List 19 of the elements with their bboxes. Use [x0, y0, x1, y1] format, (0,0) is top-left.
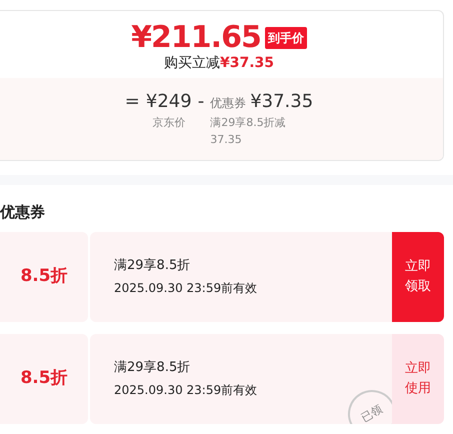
base-price: ¥249	[146, 90, 192, 114]
coupon-action-button[interactable]: 立即领取	[392, 232, 444, 322]
minus-sign: -	[198, 90, 204, 114]
coupon-action-button[interactable]: 立即使用	[392, 334, 444, 424]
coupon-prefix: 优惠券	[210, 95, 246, 112]
coupon-label: 满29享8.5折减37.35	[210, 115, 287, 148]
coupon-validity: 2025.09.30 23:59前有效	[114, 382, 258, 400]
price-tag: 到手价	[264, 27, 307, 49]
discount-value: 8.5折	[0, 232, 88, 322]
discount-value: 8.5折	[0, 334, 88, 424]
final-price: ¥211.65	[131, 23, 261, 53]
saving-amount: ¥37.35	[220, 54, 274, 73]
coupon-rule: 满29享8.5折	[114, 358, 192, 377]
coupon-rule: 满29享8.5折	[114, 256, 192, 275]
coupon-amount: ¥37.35	[250, 90, 314, 114]
equals-sign: =	[124, 90, 140, 114]
base-label: 京东价	[152, 115, 186, 131]
saving-label: 购买立减	[164, 54, 220, 73]
coupon-validity: 2025.09.30 23:59前有效	[114, 280, 258, 298]
